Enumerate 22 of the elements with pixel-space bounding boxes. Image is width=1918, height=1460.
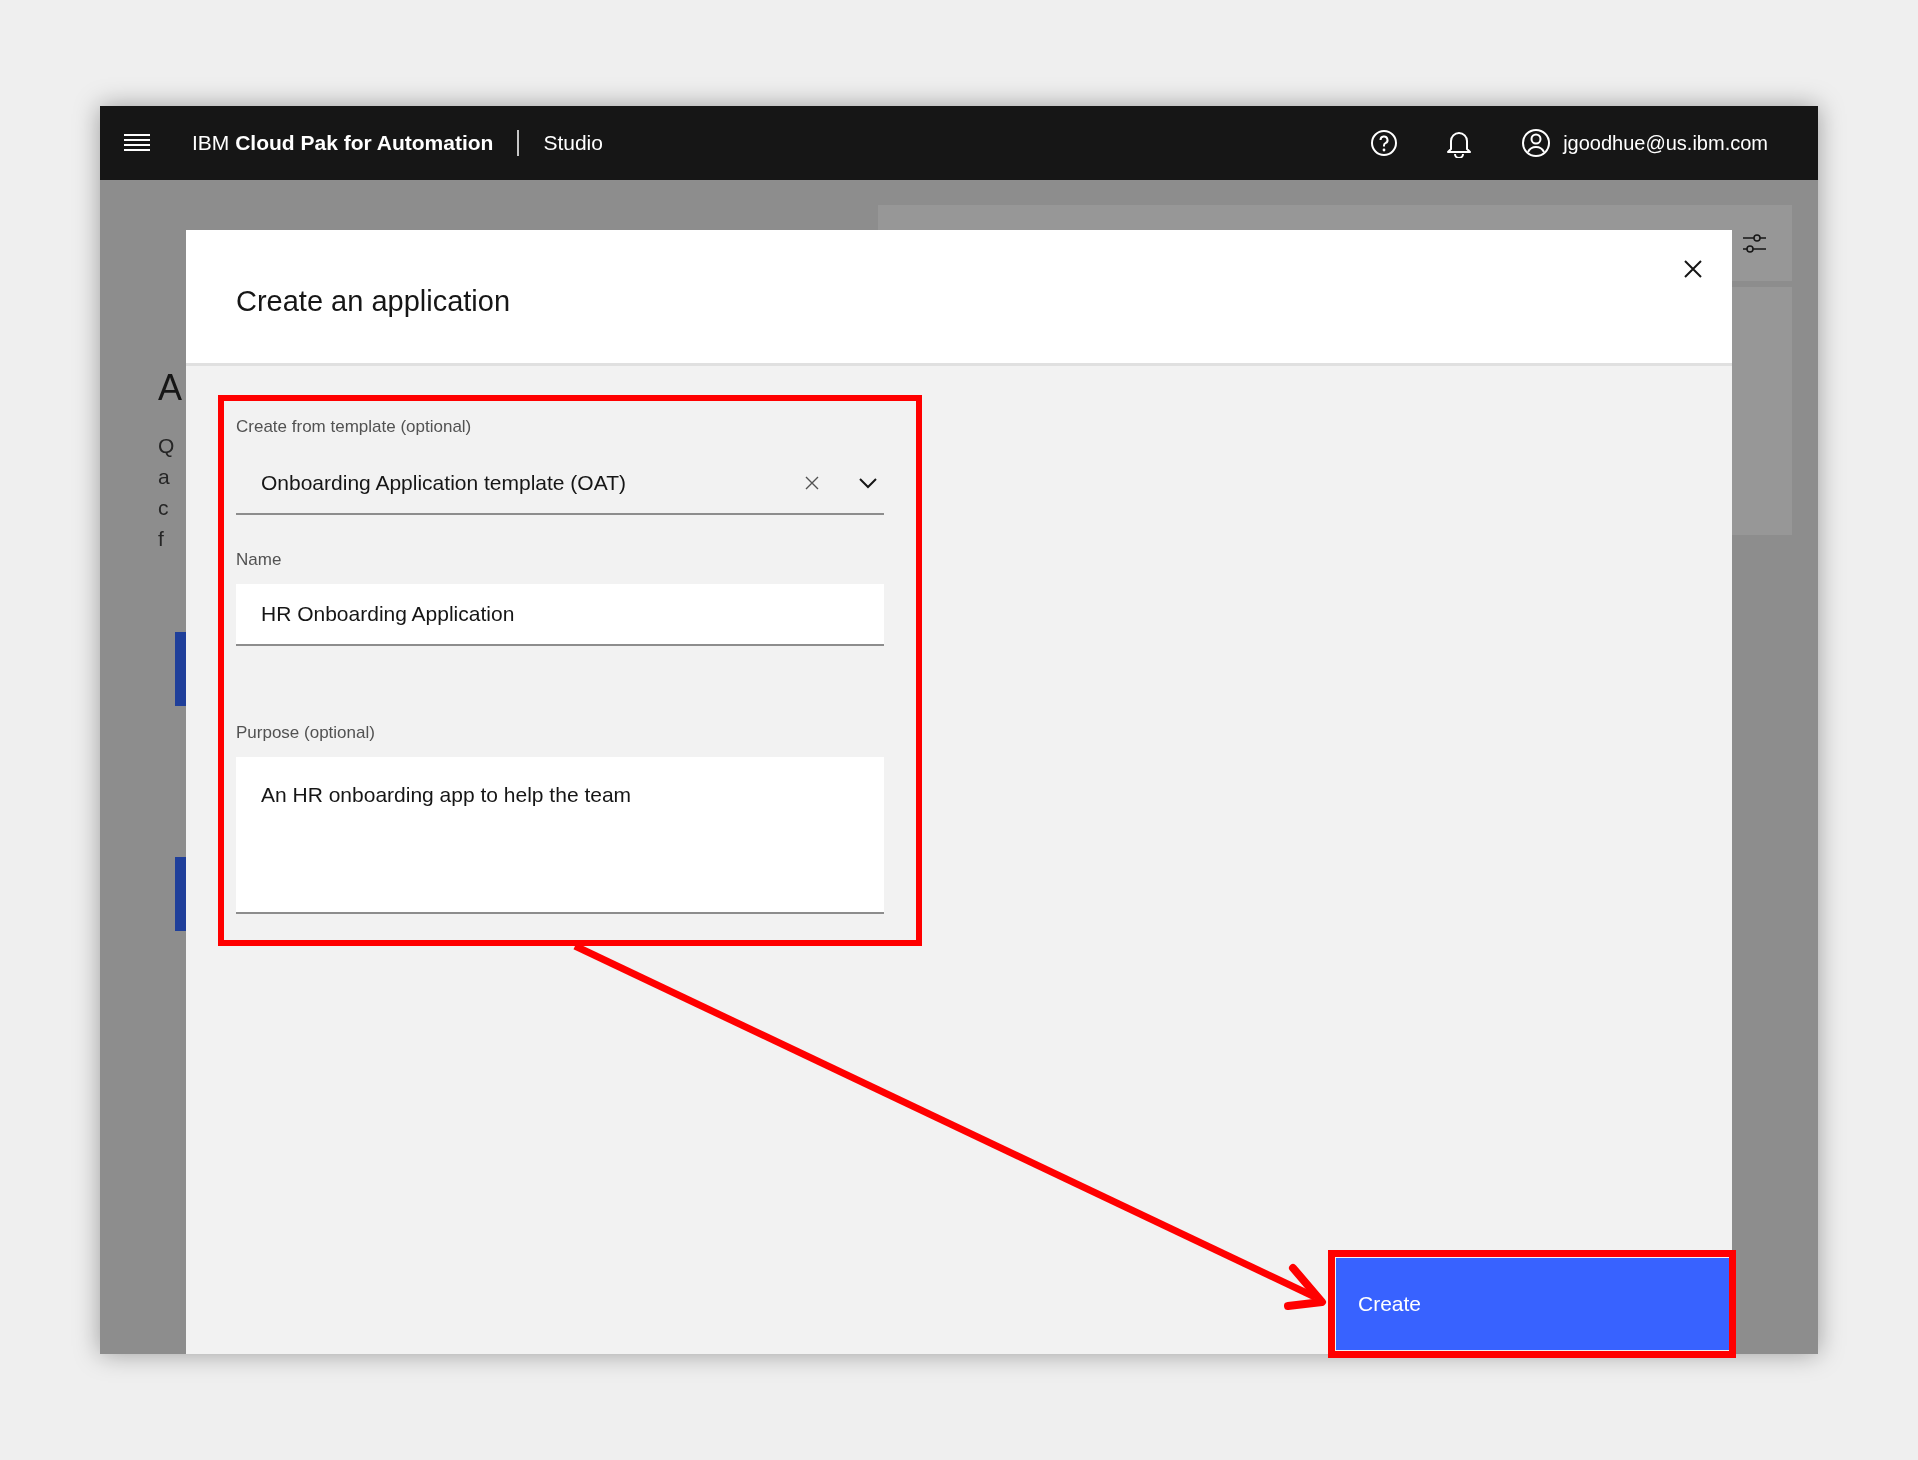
clear-icon[interactable] <box>804 475 820 491</box>
user-email[interactable]: jgoodhue@us.ibm.com <box>1563 128 1768 158</box>
page-text: Q <box>158 433 176 459</box>
section-name[interactable]: Studio <box>543 127 603 159</box>
page-text: a <box>158 464 171 490</box>
product-name[interactable]: IBM Cloud Pak for Automation <box>192 127 494 159</box>
purpose-textarea[interactable]: An HR onboarding app to help the team <box>236 757 884 914</box>
dialog-title: Create an application <box>236 284 511 319</box>
page-text: f <box>158 526 165 552</box>
field-label: Create from template (optional) <box>236 418 473 435</box>
create-button[interactable]: Create <box>1336 1258 1732 1350</box>
menu-icon[interactable] <box>124 133 150 153</box>
field-label: Purpose (optional) <box>236 724 376 741</box>
page-heading: A <box>158 370 182 406</box>
sliders-icon[interactable] <box>1742 232 1766 256</box>
chevron-down-icon[interactable] <box>858 477 878 489</box>
user-avatar-icon[interactable] <box>1521 128 1552 158</box>
help-icon[interactable] <box>1370 129 1399 157</box>
close-icon[interactable] <box>1684 260 1702 278</box>
page-text: c <box>158 495 170 521</box>
name-input[interactable]: HR Onboarding Application <box>236 584 884 646</box>
field-label: Name <box>236 551 283 568</box>
